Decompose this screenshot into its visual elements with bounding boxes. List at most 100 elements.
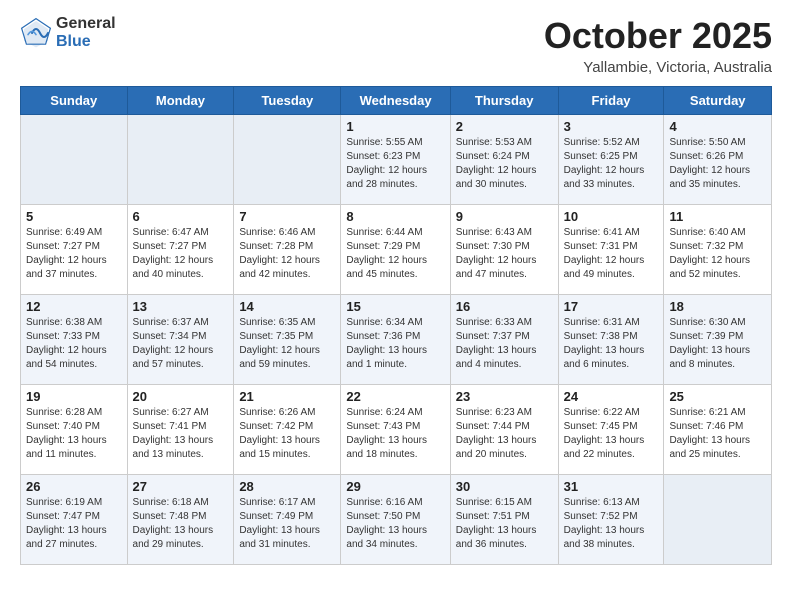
day-info: Sunrise: 6:34 AM Sunset: 7:36 PM Dayligh…: [346, 316, 444, 372]
day-info: Sunrise: 6:40 AM Sunset: 7:32 PM Dayligh…: [669, 226, 766, 282]
day-info: Sunrise: 6:15 AM Sunset: 7:51 PM Dayligh…: [456, 496, 553, 552]
weekday-friday: Friday: [558, 87, 664, 115]
weekday-wednesday: Wednesday: [341, 87, 450, 115]
day-info: Sunrise: 5:52 AM Sunset: 6:25 PM Dayligh…: [564, 136, 659, 192]
day-number: 14: [239, 299, 335, 314]
calendar-cell: 8 Sunrise: 6:44 AM Sunset: 7:29 PM Daylig…: [341, 205, 450, 295]
logo-text: General Blue: [56, 15, 116, 50]
calendar-cell: 19Sunrise: 6:28 AM Sunset: 7:40 PM Dayli…: [21, 385, 128, 475]
day-info: Sunrise: 6:44 AM Sunset: 7:29 PM Dayligh…: [346, 226, 444, 282]
calendar-cell: 6 Sunrise: 6:47 AM Sunset: 7:27 PM Daylig…: [127, 205, 234, 295]
calendar-cell: 26 Sunrise: 6:19 AM Sunset: 7:47 PM Dayli…: [21, 475, 128, 565]
day-info: Sunrise: 6:38 AM Sunset: 7:33 PM Dayligh…: [26, 316, 122, 372]
day-info: Sunrise: 6:35 AM Sunset: 7:35 PM Dayligh…: [239, 316, 335, 372]
day-info: Sunrise: 5:50 AM Sunset: 6:26 PM Dayligh…: [669, 136, 766, 192]
day-info: Sunrise: 5:55 AM Sunset: 6:23 PM Dayligh…: [346, 136, 444, 192]
calendar-cell: 13 Sunrise: 6:37 AM Sunset: 7:34 PM Dayli…: [127, 295, 234, 385]
day-number: 7: [239, 209, 335, 224]
day-info: Sunrise: 6:47 AM Sunset: 7:27 PM Dayligh…: [133, 226, 229, 282]
day-number: 16: [456, 299, 553, 314]
day-info: Sunrise: 6:22 AM Sunset: 7:45 PM Dayligh…: [564, 406, 659, 462]
day-number: 3: [564, 119, 659, 134]
day-number: 25: [669, 389, 766, 404]
weekday-sunday: Sunday: [21, 87, 128, 115]
logo-general: General: [56, 15, 116, 33]
day-info: Sunrise: 6:13 AM Sunset: 7:52 PM Dayligh…: [564, 496, 659, 552]
weekday-tuesday: Tuesday: [234, 87, 341, 115]
page: General Blue October 2025 Yallambie, Vic…: [0, 0, 792, 612]
day-info: Sunrise: 6:23 AM Sunset: 7:44 PM Dayligh…: [456, 406, 553, 462]
day-info: Sunrise: 6:28 AM Sunset: 7:40 PM Dayligh…: [26, 406, 122, 462]
weekday-thursday: Thursday: [450, 87, 558, 115]
calendar-cell: 5 Sunrise: 6:49 AM Sunset: 7:27 PM Daylig…: [21, 205, 128, 295]
day-info: Sunrise: 6:49 AM Sunset: 7:27 PM Dayligh…: [26, 226, 122, 282]
calendar-cell: 17Sunrise: 6:31 AM Sunset: 7:38 PM Dayli…: [558, 295, 664, 385]
day-number: 1: [346, 119, 444, 134]
day-number: 8: [346, 209, 444, 224]
day-info: Sunrise: 6:19 AM Sunset: 7:47 PM Dayligh…: [26, 496, 122, 552]
day-info: Sunrise: 6:37 AM Sunset: 7:34 PM Dayligh…: [133, 316, 229, 372]
calendar-cell: 29 Sunrise: 6:16 AM Sunset: 7:50 PM Dayli…: [341, 475, 450, 565]
day-number: 17: [564, 299, 659, 314]
calendar-cell: 21Sunrise: 6:26 AM Sunset: 7:42 PM Dayli…: [234, 385, 341, 475]
calendar-cell: 22 Sunrise: 6:24 AM Sunset: 7:43 PM Dayli…: [341, 385, 450, 475]
calendar-cell: 25 Sunrise: 6:21 AM Sunset: 7:46 PM Dayli…: [664, 385, 772, 475]
calendar-cell: [664, 475, 772, 565]
calendar-cell: 31 Sunrise: 6:13 AM Sunset: 7:52 PM Dayli…: [558, 475, 664, 565]
day-info: Sunrise: 6:26 AM Sunset: 7:42 PM Dayligh…: [239, 406, 335, 462]
day-number: 11: [669, 209, 766, 224]
day-number: 5: [26, 209, 122, 224]
day-info: Sunrise: 6:17 AM Sunset: 7:49 PM Dayligh…: [239, 496, 335, 552]
month-title: October 2025: [544, 15, 772, 57]
title-section: October 2025 Yallambie, Victoria, Austra…: [544, 15, 772, 76]
calendar-cell: 27Sunrise: 6:18 AM Sunset: 7:48 PM Dayli…: [127, 475, 234, 565]
day-number: 10: [564, 209, 659, 224]
day-number: 4: [669, 119, 766, 134]
day-number: 29: [346, 479, 444, 494]
calendar-cell: 1 Sunrise: 5:55 AM Sunset: 6:23 PM Daylig…: [341, 115, 450, 205]
day-info: Sunrise: 6:33 AM Sunset: 7:37 PM Dayligh…: [456, 316, 553, 372]
day-info: Sunrise: 6:27 AM Sunset: 7:41 PM Dayligh…: [133, 406, 229, 462]
day-number: 13: [133, 299, 229, 314]
day-number: 9: [456, 209, 553, 224]
day-info: Sunrise: 6:30 AM Sunset: 7:39 PM Dayligh…: [669, 316, 766, 372]
calendar-cell: 2Sunrise: 5:53 AM Sunset: 6:24 PM Daylig…: [450, 115, 558, 205]
weekday-header-row: SundayMondayTuesdayWednesdayThursdayFrid…: [21, 87, 772, 115]
calendar-cell: 3 Sunrise: 5:52 AM Sunset: 6:25 PM Daylig…: [558, 115, 664, 205]
day-info: Sunrise: 6:21 AM Sunset: 7:46 PM Dayligh…: [669, 406, 766, 462]
day-number: 31: [564, 479, 659, 494]
logo-icon: [20, 17, 52, 49]
day-info: Sunrise: 6:24 AM Sunset: 7:43 PM Dayligh…: [346, 406, 444, 462]
calendar-cell: 23 Sunrise: 6:23 AM Sunset: 7:44 PM Dayli…: [450, 385, 558, 475]
calendar-cell: 4 Sunrise: 5:50 AM Sunset: 6:26 PM Daylig…: [664, 115, 772, 205]
day-info: Sunrise: 6:16 AM Sunset: 7:50 PM Dayligh…: [346, 496, 444, 552]
calendar-week-row: 19Sunrise: 6:28 AM Sunset: 7:40 PM Dayli…: [21, 385, 772, 475]
day-number: 6: [133, 209, 229, 224]
day-number: 22: [346, 389, 444, 404]
calendar-week-row: 12 Sunrise: 6:38 AM Sunset: 7:33 PM Dayli…: [21, 295, 772, 385]
day-info: Sunrise: 6:46 AM Sunset: 7:28 PM Dayligh…: [239, 226, 335, 282]
calendar-cell: 28 Sunrise: 6:17 AM Sunset: 7:49 PM Dayli…: [234, 475, 341, 565]
day-number: 28: [239, 479, 335, 494]
calendar-cell: 7 Sunrise: 6:46 AM Sunset: 7:28 PM Daylig…: [234, 205, 341, 295]
day-number: 12: [26, 299, 122, 314]
day-number: 20: [133, 389, 229, 404]
calendar-cell: 11 Sunrise: 6:40 AM Sunset: 7:32 PM Dayli…: [664, 205, 772, 295]
day-number: 30: [456, 479, 553, 494]
calendar-cell: 10 Sunrise: 6:41 AM Sunset: 7:31 PM Dayli…: [558, 205, 664, 295]
day-info: Sunrise: 6:41 AM Sunset: 7:31 PM Dayligh…: [564, 226, 659, 282]
calendar-cell: [234, 115, 341, 205]
day-number: 24: [564, 389, 659, 404]
calendar-cell: 16 Sunrise: 6:33 AM Sunset: 7:37 PM Dayli…: [450, 295, 558, 385]
calendar-cell: 12 Sunrise: 6:38 AM Sunset: 7:33 PM Dayli…: [21, 295, 128, 385]
day-number: 23: [456, 389, 553, 404]
logo: General Blue: [20, 15, 116, 50]
calendar-cell: 15Sunrise: 6:34 AM Sunset: 7:36 PM Dayli…: [341, 295, 450, 385]
day-number: 27: [133, 479, 229, 494]
day-number: 26: [26, 479, 122, 494]
day-info: Sunrise: 6:43 AM Sunset: 7:30 PM Dayligh…: [456, 226, 553, 282]
header: General Blue October 2025 Yallambie, Vic…: [20, 15, 772, 76]
calendar-cell: 20 Sunrise: 6:27 AM Sunset: 7:41 PM Dayli…: [127, 385, 234, 475]
day-number: 18: [669, 299, 766, 314]
calendar-week-row: 26 Sunrise: 6:19 AM Sunset: 7:47 PM Dayli…: [21, 475, 772, 565]
